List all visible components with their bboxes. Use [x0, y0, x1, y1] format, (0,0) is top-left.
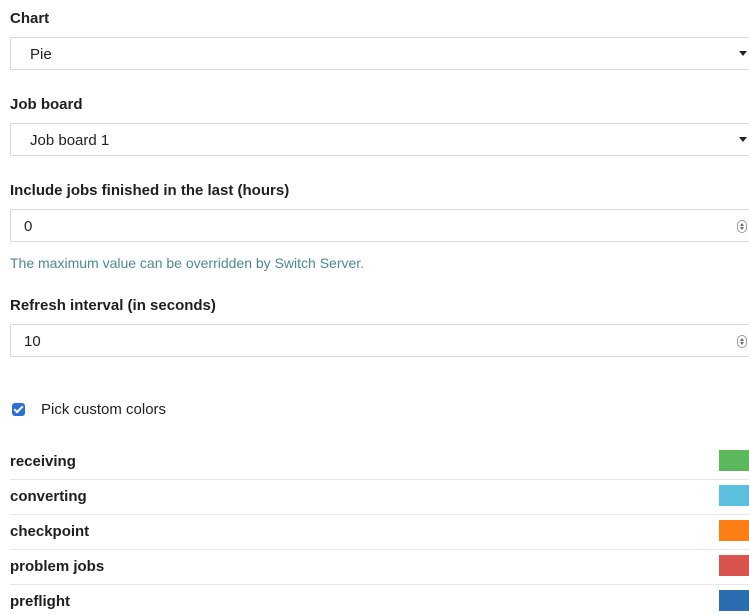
color-row-label: converting [10, 488, 87, 505]
color-row-converting: converting [10, 480, 749, 515]
color-row-checkpoint: checkpoint [10, 515, 749, 550]
job-board-label: Job board [10, 96, 83, 113]
color-swatch-checkpoint[interactable] [719, 520, 749, 541]
refresh-interval-label: Refresh interval (in seconds) [10, 297, 216, 314]
pick-custom-colors-checkbox[interactable] [12, 403, 25, 416]
refresh-interval-input[interactable]: 10 [10, 324, 749, 357]
chart-settings-panel: Chart Pie Job board Job board 1 Include … [0, 0, 749, 614]
color-swatch-preflight[interactable] [719, 590, 749, 611]
refresh-interval-value: 10 [24, 333, 41, 350]
job-board-select[interactable]: Job board 1 [10, 123, 749, 156]
color-row-preflight: preflight [10, 585, 749, 614]
color-swatch-problem-jobs[interactable] [719, 555, 749, 576]
include-jobs-input[interactable]: 0 [10, 209, 749, 242]
chart-label: Chart [10, 10, 50, 27]
include-jobs-label: Include jobs finished in the last (hours… [10, 182, 290, 199]
spinner-icon[interactable] [737, 335, 747, 348]
spinner-icon[interactable] [737, 220, 747, 233]
job-board-select-value: Job board 1 [30, 132, 110, 149]
include-jobs-value: 0 [24, 218, 33, 235]
color-row-problem-jobs: problem jobs [10, 550, 749, 585]
color-swatch-converting[interactable] [719, 485, 749, 506]
color-row-receiving: receiving [10, 445, 749, 480]
chevron-down-icon [739, 51, 747, 56]
include-jobs-help-text: The maximum value can be overridden by S… [10, 255, 365, 271]
color-swatch-receiving[interactable] [719, 450, 749, 471]
color-row-label: receiving [10, 453, 76, 470]
chart-select[interactable]: Pie [10, 37, 749, 70]
pick-custom-colors-label: Pick custom colors [41, 401, 167, 418]
color-row-label: preflight [10, 593, 70, 610]
color-row-label: problem jobs [10, 558, 105, 575]
chart-select-value: Pie [30, 46, 52, 63]
chevron-down-icon [739, 137, 747, 142]
color-row-label: checkpoint [10, 523, 90, 540]
